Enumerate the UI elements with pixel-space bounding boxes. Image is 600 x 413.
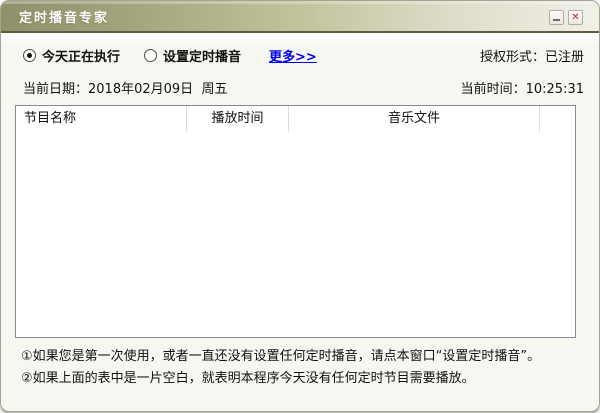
note-line-2: ②如果上面的表中是一片空白，就表明本程序今天没有任何定时节目需要播放。 — [21, 367, 587, 386]
radio-unselected-icon — [144, 49, 157, 62]
current-date: 当前日期：2018年02月09日 周五 — [23, 78, 227, 97]
minimize-button[interactable] — [549, 10, 564, 25]
note-line-1: ①如果您是第一次使用，或者一直还没有设置任何定时播音，请点本窗口“设置定时播音”… — [21, 345, 587, 364]
mode-row: 今天正在执行 设置定时播音 更多>> 授权形式：已注册 — [23, 46, 584, 65]
date-label: 当前日期： — [23, 82, 88, 97]
datetime-row: 当前日期：2018年02月09日 周五 当前时间：10:25:31 — [23, 78, 584, 97]
window-title: 定时播音专家 — [1, 7, 109, 26]
close-icon: ✕ — [571, 11, 579, 24]
radio-set-broadcast[interactable]: 设置定时播音 — [144, 46, 241, 65]
window-controls: ✕ — [549, 10, 583, 25]
more-link[interactable]: 更多>> — [269, 46, 317, 65]
radio-selected-icon — [23, 49, 36, 62]
schedule-table: 节目名称 播放时间 音乐文件 — [15, 105, 576, 338]
main-content: 今天正在执行 设置定时播音 更多>> 授权形式：已注册 当前日期：2018年02… — [1, 33, 599, 409]
license-status: 授权形式：已注册 — [480, 46, 584, 65]
app-window: 定时播音专家 ✕ 今天正在执行 设置定时播音 更多>> 授权形式：已注册 — [0, 0, 600, 412]
radio-today-running[interactable]: 今天正在执行 — [23, 46, 120, 65]
title-bar[interactable]: 定时播音专家 ✕ — [1, 1, 599, 31]
minimize-icon — [553, 19, 560, 21]
time-label: 当前时间： — [461, 82, 526, 97]
license-value: 已注册 — [545, 50, 584, 65]
close-button[interactable]: ✕ — [568, 10, 583, 25]
table-header: 节目名称 播放时间 音乐文件 — [16, 106, 575, 132]
table-body-empty[interactable] — [16, 132, 575, 337]
column-header-program-name[interactable]: 节目名称 — [16, 106, 187, 132]
column-header-empty — [540, 106, 575, 132]
radio-today-label: 今天正在执行 — [42, 46, 120, 65]
current-time: 当前时间：10:25:31 — [461, 78, 584, 97]
radio-setup-label: 设置定时播音 — [163, 46, 241, 65]
column-header-play-time[interactable]: 播放时间 — [187, 106, 289, 132]
column-header-music-file[interactable]: 音乐文件 — [289, 106, 540, 132]
time-value: 10:25:31 — [526, 82, 584, 97]
date-value: 2018年02月09日 周五 — [88, 82, 227, 97]
license-label: 授权形式： — [480, 50, 545, 65]
